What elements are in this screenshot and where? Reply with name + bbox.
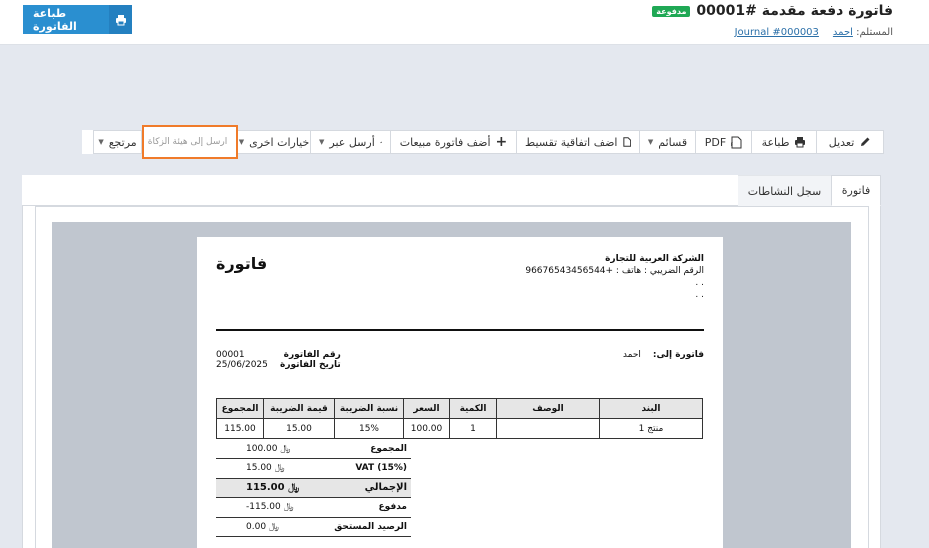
caret-down-icon: ▼ bbox=[238, 138, 245, 146]
tab-panel: فاتورة الشركة العربية للتجارة الرقم الضر… bbox=[22, 206, 881, 548]
bill-to: فاتورة إلى: احمد bbox=[623, 350, 704, 360]
send-via-label: أرسل عبر bbox=[329, 135, 375, 149]
invoice-number-label: رقم الفاتورة bbox=[283, 350, 341, 360]
col-item: البند bbox=[599, 398, 703, 419]
grand-total-label: الإجمالي bbox=[317, 478, 411, 498]
cell-description bbox=[496, 418, 600, 439]
add-sales-invoice-label: أضف فاتورة مبيعات bbox=[399, 135, 491, 149]
cell-price: 100.00 bbox=[403, 418, 450, 439]
tab-activity-log[interactable]: سجل النشاطات bbox=[738, 175, 831, 206]
subtotal-label: المجموع bbox=[317, 439, 411, 459]
vat-label: VAT (15%) bbox=[317, 458, 411, 479]
preview-background: فاتورة الشركة العربية للتجارة الرقم الضر… bbox=[52, 222, 851, 548]
vat-value: 15.00 ﷼ bbox=[216, 458, 318, 479]
share-arrow-icon bbox=[379, 140, 382, 143]
receiver-link[interactable]: احمد bbox=[833, 27, 853, 38]
invoice-date-label: تاريخ الفاتورة bbox=[280, 360, 341, 370]
receiver: المستلم: احمد bbox=[833, 27, 893, 38]
pdf-file-icon: PDF bbox=[731, 136, 742, 148]
printer-icon bbox=[109, 5, 132, 34]
installment-button[interactable]: اضف اتفاقية تقسيط bbox=[517, 130, 640, 154]
send-to-zakat-label: ارسل إلى هيئة الزكاة bbox=[147, 137, 228, 147]
col-description: الوصف bbox=[496, 398, 600, 419]
print-invoice-label: طباعة الفاتورة bbox=[33, 6, 77, 33]
document-title: فاتورة bbox=[216, 254, 268, 273]
company-tax-line: الرقم الضريبي : هاتف : +96676543456544 bbox=[525, 266, 704, 276]
balance-due-value: 0.00 ﷼ bbox=[216, 517, 318, 537]
totals-row: -115.00 ﷼ مدفوع bbox=[216, 497, 411, 518]
bill-to-label: فاتورة إلى: bbox=[652, 350, 704, 360]
action-toolbar: تعديل طباعة PDF PDF قسائم ▼ اضف اتفاقية … bbox=[82, 125, 884, 159]
company-line-2: . . bbox=[695, 278, 704, 288]
totals-row: 100.00 ﷼ المجموع bbox=[216, 439, 411, 459]
more-options-dropdown[interactable]: خيارات اخرى ▼ bbox=[238, 130, 311, 154]
totals-row: 0.00 ﷼ الرصيد المستحق bbox=[216, 517, 411, 537]
col-tax-rate: نسبة الضريبة bbox=[334, 398, 404, 419]
col-qty: الكمية bbox=[449, 398, 497, 419]
balance-due-label: الرصيد المستحق bbox=[317, 517, 411, 537]
caret-down-icon: ▼ bbox=[98, 138, 104, 146]
vouchers-label: قسائم bbox=[658, 135, 688, 149]
vouchers-dropdown[interactable]: قسائم ▼ bbox=[640, 130, 696, 154]
caret-down-icon: ▼ bbox=[647, 138, 654, 146]
invoice-preview-frame: فاتورة الشركة العربية للتجارة الرقم الضر… bbox=[35, 206, 869, 548]
receiver-label: المستلم: bbox=[856, 27, 893, 38]
subtotal-value: 100.00 ﷼ bbox=[216, 439, 318, 459]
top-bar: طباعة الفاتورة مدفوعة فاتورة دفعة مقدمة … bbox=[0, 0, 929, 45]
totals-row: 15.00 ﷼ VAT (15%) bbox=[216, 458, 411, 479]
invoice-paper: فاتورة الشركة العربية للتجارة الرقم الضر… bbox=[197, 237, 723, 548]
totals-table: 100.00 ﷼ المجموع 15.00 ﷼ VAT (15%) 115.0… bbox=[216, 439, 411, 537]
file-icon bbox=[622, 137, 631, 147]
returned-label: مرتجع bbox=[108, 135, 137, 149]
items-header-row: المجموع قيمة الضريبة نسبة الضريبة السعر … bbox=[216, 398, 703, 419]
send-to-zakat-button[interactable]: ارسل إلى هيئة الزكاة bbox=[142, 125, 238, 159]
tab-bar: فاتورة سجل النشاطات bbox=[22, 175, 881, 206]
company-line-3: . . bbox=[695, 290, 704, 300]
company-name: الشركة العربية للتجارة bbox=[605, 254, 704, 264]
edit-label: تعديل bbox=[828, 135, 855, 149]
add-sales-invoice-button[interactable]: + أضف فاتورة مبيعات bbox=[391, 130, 517, 154]
bill-to-name: احمد bbox=[622, 350, 641, 360]
items-table: المجموع قيمة الضريبة نسبة الضريبة السعر … bbox=[216, 398, 703, 439]
send-via-dropdown[interactable]: أرسل عبر ▼ bbox=[311, 130, 391, 154]
cell-tax-value: 15.00 bbox=[263, 418, 335, 439]
installment-label: اضف اتفاقية تقسيط bbox=[525, 135, 618, 149]
edit-button[interactable]: تعديل bbox=[817, 130, 884, 154]
invoice-meta: 00001 رقم الفاتورة 25/06/2025 تاريخ الفا… bbox=[216, 350, 341, 370]
cell-total: 115.00 bbox=[216, 418, 264, 439]
company-info: الشركة العربية للتجارة الرقم الضريبي : ه… bbox=[525, 253, 704, 301]
cell-item: منتج 1 bbox=[599, 418, 703, 439]
print-label: طباعة bbox=[761, 135, 790, 149]
grand-total-value: 115.00 ﷼ bbox=[216, 478, 318, 498]
invoice-date-value: 25/06/2025 bbox=[216, 360, 268, 370]
pencil-icon bbox=[861, 137, 870, 146]
plus-icon: + bbox=[495, 134, 508, 150]
printer-icon bbox=[795, 137, 806, 148]
meta-line: المستلم: احمد Journal #000003 bbox=[735, 27, 893, 38]
paid-label: مدفوع bbox=[317, 497, 411, 518]
cell-tax-rate: 15% bbox=[334, 418, 404, 439]
col-price: السعر bbox=[403, 398, 450, 419]
col-total: المجموع bbox=[216, 398, 264, 419]
returned-dropdown[interactable]: مرتجع ▼ bbox=[93, 130, 142, 154]
title-group: مدفوعة فاتورة دفعة مقدمة #00001 bbox=[652, 3, 893, 19]
status-badge: مدفوعة bbox=[652, 5, 691, 17]
tab-invoice[interactable]: فاتورة bbox=[831, 175, 881, 206]
caret-down-icon: ▼ bbox=[319, 138, 325, 146]
pdf-button[interactable]: PDF PDF bbox=[696, 130, 752, 154]
print-button[interactable]: طباعة bbox=[752, 130, 817, 154]
col-tax-value: قيمة الضريبة bbox=[263, 398, 335, 419]
divider bbox=[216, 329, 704, 331]
totals-row: 115.00 ﷼ الإجمالي bbox=[216, 478, 411, 498]
svg-text:PDF: PDF bbox=[731, 142, 734, 147]
invoice-number-value: 00001 bbox=[216, 350, 245, 360]
pdf-label: PDF bbox=[704, 135, 727, 149]
more-options-label: خيارات اخرى bbox=[249, 135, 310, 149]
paid-value: -115.00 ﷼ bbox=[216, 497, 318, 518]
cell-qty: 1 bbox=[449, 418, 497, 439]
page-title: فاتورة دفعة مقدمة #00001 bbox=[696, 3, 893, 19]
print-invoice-button[interactable]: طباعة الفاتورة bbox=[23, 5, 132, 34]
table-row: 115.00 15.00 15% 100.00 1 منتج 1 bbox=[216, 418, 703, 439]
journal-link[interactable]: Journal #000003 bbox=[735, 27, 819, 38]
